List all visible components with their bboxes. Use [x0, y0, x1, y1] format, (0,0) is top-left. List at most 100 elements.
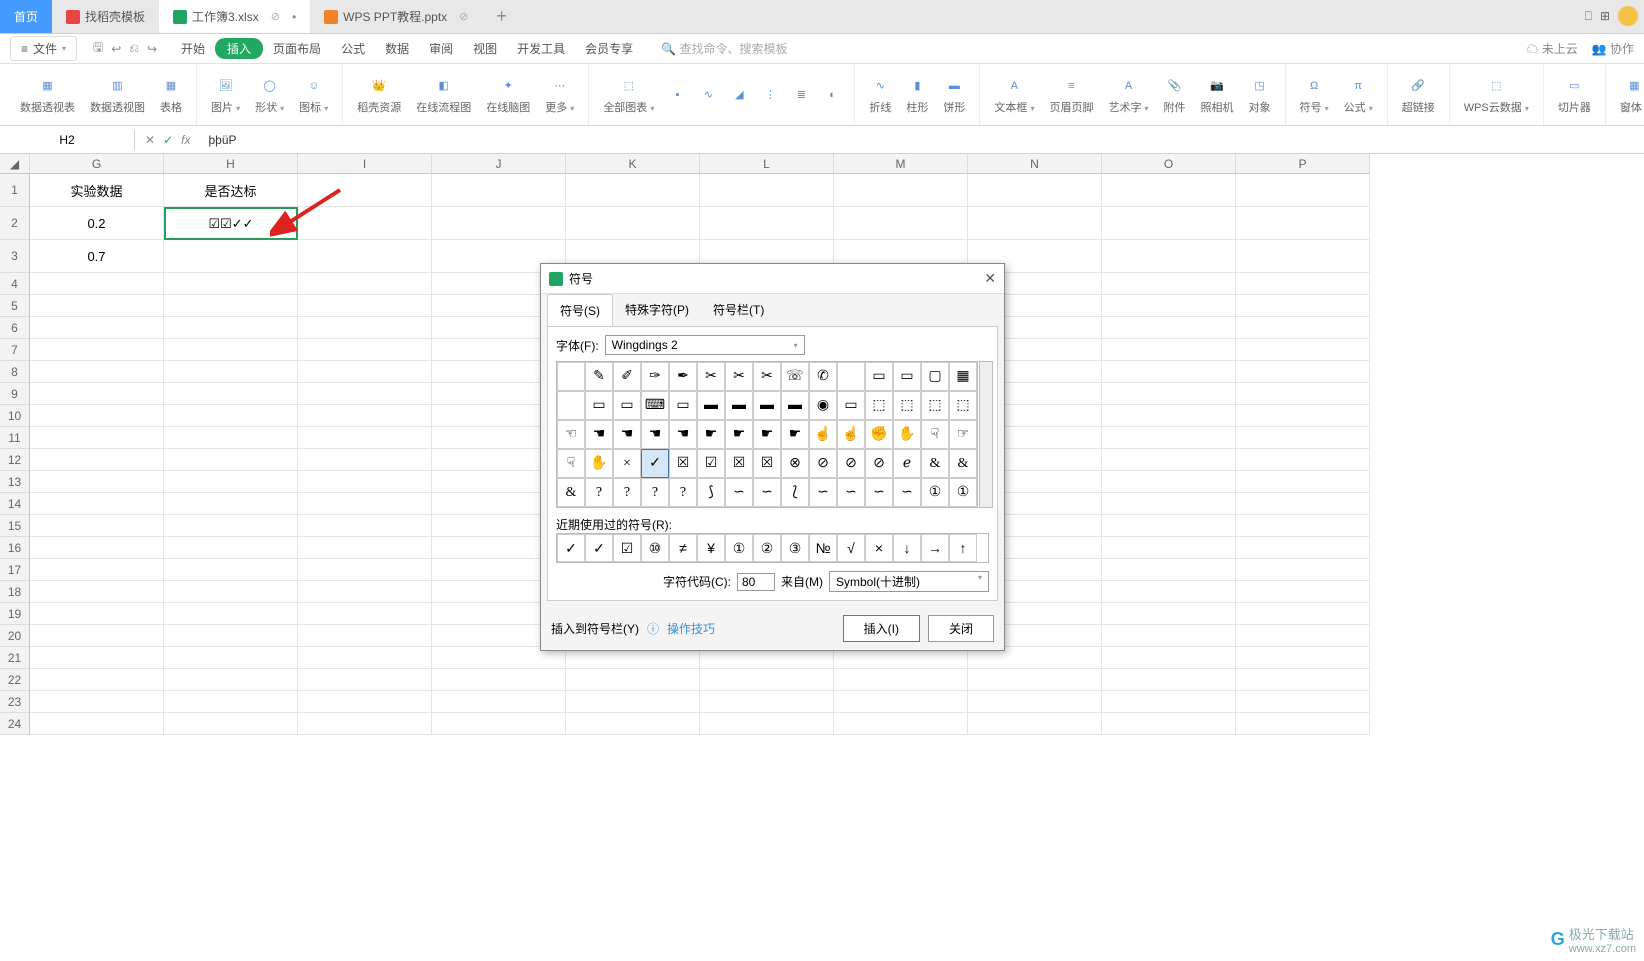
menu-data[interactable]: 数据: [375, 40, 419, 57]
symbol-cell[interactable]: ①: [921, 478, 949, 507]
cell-K22[interactable]: [566, 669, 700, 691]
cell-G10[interactable]: [30, 405, 164, 427]
table-button[interactable]: ▦表格: [154, 75, 188, 115]
symbol-cell[interactable]: ℯ: [893, 449, 921, 478]
cell-I19[interactable]: [298, 603, 432, 625]
symbol-cell[interactable]: ☚: [613, 420, 641, 449]
symbol-cell[interactable]: ▦: [949, 362, 977, 391]
menu-formula[interactable]: 公式: [331, 40, 375, 57]
collab-button[interactable]: 👥 协作: [1592, 40, 1634, 57]
cell-G4[interactable]: [30, 273, 164, 295]
tab-bar[interactable]: 符号栏(T): [701, 294, 776, 326]
symbol-cell[interactable]: [557, 362, 585, 391]
select-all[interactable]: ◢: [0, 154, 30, 174]
cell-I13[interactable]: [298, 471, 432, 493]
cell-I8[interactable]: [298, 361, 432, 383]
cell-L23[interactable]: [700, 691, 834, 713]
col-L[interactable]: L: [700, 154, 834, 174]
cell-M24[interactable]: [834, 713, 968, 735]
cell-P11[interactable]: [1236, 427, 1370, 449]
row-header[interactable]: 17: [0, 559, 30, 581]
object-button[interactable]: ◳对象: [1243, 75, 1277, 115]
tips-link[interactable]: 操作技巧: [667, 620, 715, 637]
hyperlink-button[interactable]: 🔗超链接: [1396, 75, 1441, 115]
symbol-cell[interactable]: ?: [669, 478, 697, 507]
chart-bar1[interactable]: ▪: [663, 87, 691, 103]
cell-H15[interactable]: [164, 515, 298, 537]
tab-special[interactable]: 特殊字符(P): [613, 294, 701, 326]
symbol-cell[interactable]: ✂: [697, 362, 725, 391]
cell-H6[interactable]: [164, 317, 298, 339]
row-header[interactable]: 3: [0, 240, 30, 273]
symbol-cell[interactable]: ▭: [669, 391, 697, 420]
template-tab[interactable]: 找稻壳模板: [52, 0, 159, 33]
cell-H21[interactable]: [164, 647, 298, 669]
symbol-cell[interactable]: ✂: [725, 362, 753, 391]
cell-I6[interactable]: [298, 317, 432, 339]
cell-H22[interactable]: [164, 669, 298, 691]
row-header[interactable]: 18: [0, 581, 30, 603]
cell-H14[interactable]: [164, 493, 298, 515]
symbol-cell[interactable]: ✂: [753, 362, 781, 391]
form-button[interactable]: ▦窗体 ▾: [1614, 75, 1644, 115]
recent-symbol[interactable]: ↑: [949, 534, 977, 562]
cell-G9[interactable]: [30, 383, 164, 405]
cell-I9[interactable]: [298, 383, 432, 405]
row-header[interactable]: 22: [0, 669, 30, 691]
chart-area1[interactable]: ◢: [725, 87, 753, 103]
cell-P18[interactable]: [1236, 581, 1370, 603]
cell-N1[interactable]: [968, 174, 1102, 207]
cell-G24[interactable]: [30, 713, 164, 735]
row-header[interactable]: 23: [0, 691, 30, 713]
picture-button[interactable]: 🖼图片 ▾: [205, 75, 246, 115]
row-header[interactable]: 9: [0, 383, 30, 405]
cell-G11[interactable]: [30, 427, 164, 449]
cell-I11[interactable]: [298, 427, 432, 449]
cell-O21[interactable]: [1102, 647, 1236, 669]
symbol-cell[interactable]: ⟅: [781, 478, 809, 507]
cell-O7[interactable]: [1102, 339, 1236, 361]
insert-button[interactable]: 插入(I): [843, 615, 920, 642]
cell-J1[interactable]: [432, 174, 566, 207]
symbol-cell[interactable]: ☛: [697, 420, 725, 449]
symbol-cell[interactable]: ☚: [585, 420, 613, 449]
cell-I16[interactable]: [298, 537, 432, 559]
cell-G16[interactable]: [30, 537, 164, 559]
cell-J23[interactable]: [432, 691, 566, 713]
col-N[interactable]: N: [968, 154, 1102, 174]
close-icon[interactable]: ✕: [984, 270, 996, 287]
symbol-cell[interactable]: ⊘: [809, 449, 837, 478]
cell-H8[interactable]: [164, 361, 298, 383]
symbol-cell[interactable]: ∽: [837, 478, 865, 507]
cell-I17[interactable]: [298, 559, 432, 581]
cell-O9[interactable]: [1102, 383, 1236, 405]
cell-H17[interactable]: [164, 559, 298, 581]
symbol-cell[interactable]: ☝: [837, 420, 865, 449]
sparkwin-button[interactable]: ▬饼形: [937, 75, 971, 115]
col-O[interactable]: O: [1102, 154, 1236, 174]
cell-P23[interactable]: [1236, 691, 1370, 713]
symbol-cell[interactable]: ▭: [585, 391, 613, 420]
fx-icon[interactable]: fx: [181, 133, 190, 147]
cell-J22[interactable]: [432, 669, 566, 691]
close-button[interactable]: 关闭: [928, 615, 994, 642]
cell-G6[interactable]: [30, 317, 164, 339]
cell-O3[interactable]: [1102, 240, 1236, 273]
cell-L2[interactable]: [700, 207, 834, 240]
symbol-cell[interactable]: ☛: [753, 420, 781, 449]
cell-I3[interactable]: [298, 240, 432, 273]
recent-symbol[interactable]: ≠: [669, 534, 697, 562]
menu-start[interactable]: 开始: [171, 40, 215, 57]
symbol-cell[interactable]: ⬚: [921, 391, 949, 420]
cell-M22[interactable]: [834, 669, 968, 691]
cell-P15[interactable]: [1236, 515, 1370, 537]
symbol-cell[interactable]: ▭: [893, 362, 921, 391]
symbol-cell[interactable]: ?: [613, 478, 641, 507]
cell-O13[interactable]: [1102, 471, 1236, 493]
flowchart-button[interactable]: ◧在线流程图: [410, 75, 477, 115]
slicer-button[interactable]: ▭切片器: [1552, 75, 1597, 115]
cell-G8[interactable]: [30, 361, 164, 383]
row-header[interactable]: 10: [0, 405, 30, 427]
ppt-tab[interactable]: WPS PPT教程.pptx ⊘: [310, 0, 482, 33]
cell-H10[interactable]: [164, 405, 298, 427]
